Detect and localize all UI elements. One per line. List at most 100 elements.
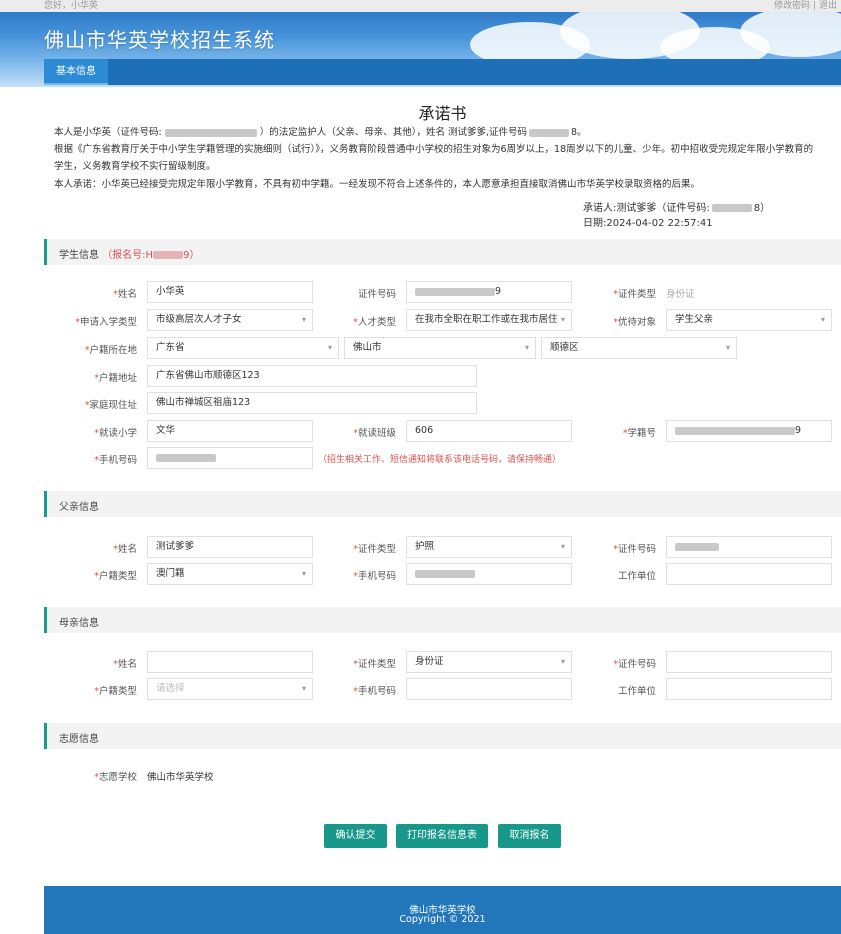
logout-link[interactable]: 退出 — [819, 1, 837, 11]
mother-phone-input[interactable] — [406, 678, 572, 700]
system-title: 佛山市华英学校招生系统 — [44, 28, 275, 52]
father-work-input[interactable] — [666, 563, 832, 585]
mother-idtype-value: 身份证 — [415, 656, 444, 667]
mother-work-label: 工作单位 — [617, 686, 656, 697]
district-select[interactable]: 顺德区 ▾ — [541, 337, 737, 359]
class-label: *就读班级 — [353, 428, 396, 439]
phone-input[interactable] — [147, 447, 313, 469]
pledge-signer: 承诺人:测试爹爹（证件号码: 8） — [583, 199, 770, 214]
student-section-label: 学生信息 — [59, 250, 99, 261]
print-form-button[interactable]: 打印报名信息表 — [396, 824, 488, 848]
confirm-submit-button[interactable]: 确认提交 — [324, 824, 387, 848]
mother-hukou-select[interactable]: 请选择 ▾ — [147, 678, 313, 700]
regno-suffix: 9） — [183, 250, 200, 261]
chevron-down-icon: ▾ — [524, 343, 529, 352]
mother-name-label: *姓名 — [113, 659, 137, 670]
student-no-input[interactable]: 9 — [666, 420, 832, 442]
mother-name-input[interactable] — [147, 651, 313, 673]
student-no-label: *学籍号 — [622, 428, 656, 439]
hukou-address-label: *户籍地址 — [94, 373, 137, 384]
section-student-info: 学生信息 （报名号:H 9） — [44, 239, 841, 265]
father-id-label: *证件号码 — [613, 544, 656, 555]
redacted-id — [711, 204, 752, 212]
father-name-label: *姓名 — [113, 544, 137, 555]
nav-bar: 基本信息 — [44, 59, 841, 85]
section-wish-title: 志愿信息 — [59, 734, 99, 745]
chevron-down-icon: ▾ — [560, 657, 565, 666]
mother-idtype-select[interactable]: 身份证 ▾ — [406, 651, 572, 673]
chevron-down-icon: ▾ — [820, 315, 825, 324]
pledge-title: 承诺书 — [418, 104, 467, 123]
student-no-tail: 9 — [795, 425, 802, 436]
wish-school-label: *志愿学校 — [94, 772, 137, 783]
pledge-p1-prefix: 本人是小华英（证件号码: — [54, 127, 162, 138]
tab-basic-info[interactable]: 基本信息 — [44, 59, 108, 85]
apply-type-label: *申请入学类型 — [75, 317, 137, 328]
mother-work-input[interactable] — [666, 678, 832, 700]
apply-type-value: 市级高层次人才子女 — [156, 314, 242, 325]
apply-type-select[interactable]: 市级高层次人才子女 ▾ — [147, 309, 313, 331]
father-work-label: 工作单位 — [617, 571, 656, 582]
talent-type-value: 在我市全职在职工作或在我市居住 — [415, 314, 558, 325]
class-input[interactable]: 606 — [406, 420, 572, 442]
regno-prefix: （报名号:H — [102, 250, 154, 261]
section-father-title: 父亲信息 — [59, 502, 99, 513]
school-label: *就读小学 — [94, 428, 137, 439]
redacted-phone — [415, 569, 475, 578]
student-id-input[interactable]: 9 — [406, 281, 572, 303]
section-mother-title: 母亲信息 — [59, 618, 99, 629]
redacted-id — [153, 251, 184, 259]
priority-value: 学生父亲 — [675, 314, 714, 325]
mother-id-input[interactable] — [666, 651, 832, 673]
redacted-id — [675, 542, 719, 551]
phone-label: *手机号码 — [94, 455, 137, 466]
mother-hukou-label: *户籍类型 — [94, 686, 137, 697]
priority-select[interactable]: 学生父亲 ▾ — [666, 309, 832, 331]
link-separator: | — [813, 1, 817, 11]
father-name-input[interactable]: 测试爹爹 — [147, 536, 313, 558]
city-select[interactable]: 佛山市 ▾ — [344, 337, 536, 359]
father-phone-label: *手机号码 — [353, 571, 396, 582]
student-idtype-label: *证件类型 — [613, 289, 656, 300]
student-id-label: 证件号码 — [357, 289, 396, 300]
mother-hukou-value: 请选择 — [156, 683, 185, 694]
mother-id-label: *证件号码 — [613, 659, 656, 670]
pledge-p1-end: 8。 — [571, 127, 587, 138]
student-name-input[interactable]: 小华英 — [147, 281, 313, 303]
chevron-down-icon: ▾ — [327, 343, 332, 352]
father-idtype-value: 护照 — [415, 541, 435, 552]
redacted-id — [675, 426, 795, 435]
hukou-location-label: *户籍所在地 — [84, 345, 137, 356]
talent-type-select[interactable]: 在我市全职在职工作或在我市居住 ▾ — [406, 309, 572, 331]
student-name-label: *姓名 — [113, 289, 137, 300]
father-hukou-label: *户籍类型 — [94, 571, 137, 582]
cancel-registration-button[interactable]: 取消报名 — [498, 824, 561, 848]
change-password-link[interactable]: 修改密码 — [774, 1, 810, 11]
father-idtype-select[interactable]: 护照 ▾ — [406, 536, 572, 558]
father-hukou-select[interactable]: 澳门籍 ▾ — [147, 563, 313, 585]
chevron-down-icon: ▾ — [560, 542, 565, 551]
signer-suffix: 8） — [753, 203, 771, 214]
mother-phone-label: *手机号码 — [353, 686, 396, 697]
section-mother-info: 母亲信息 — [44, 607, 841, 633]
section-father-info: 父亲信息 — [44, 491, 841, 517]
district-value: 顺德区 — [550, 342, 579, 353]
student-id-tail: 9 — [495, 286, 502, 297]
hukou-address-input[interactable]: 广东省佛山市顺德区123 — [147, 365, 477, 387]
priority-label: *优待对象 — [613, 317, 656, 328]
province-value: 广东省 — [156, 342, 185, 353]
section-student-title: 学生信息 （报名号:H 9） — [59, 246, 199, 261]
pledge-date: 日期:2024-04-02 22:57:41 — [583, 218, 713, 229]
father-phone-input[interactable] — [406, 563, 572, 585]
father-id-input[interactable] — [666, 536, 832, 558]
phone-warning: （招生相关工作、短信通知将联系该电话号码，请保持畅通） — [318, 455, 562, 465]
talent-type-label: *人才类型 — [353, 317, 396, 328]
home-address-input[interactable]: 佛山市禅城区祖庙123 — [147, 392, 477, 414]
school-input[interactable]: 文华 — [147, 420, 313, 442]
footer-copyright: Copyright © 2021 — [399, 914, 486, 925]
father-idtype-label: *证件类型 — [353, 544, 396, 555]
mother-idtype-label: *证件类型 — [353, 659, 396, 670]
province-select[interactable]: 广东省 ▾ — [147, 337, 339, 359]
student-idtype-value: 身份证 — [666, 289, 695, 300]
wish-school-value: 佛山市华英学校 — [147, 772, 214, 783]
